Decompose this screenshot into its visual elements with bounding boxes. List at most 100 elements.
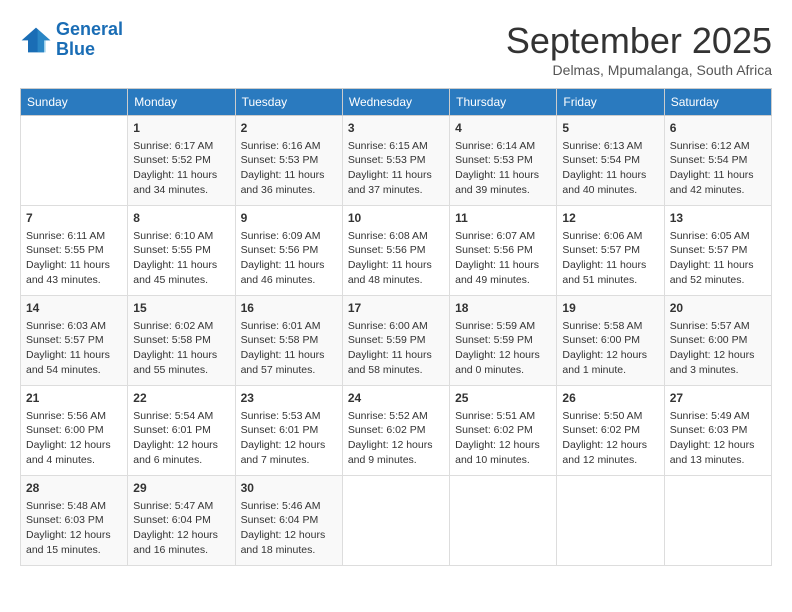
day-info-line: Daylight: 11 hours [670, 168, 766, 183]
calendar-cell: 30Sunrise: 5:46 AMSunset: 6:04 PMDayligh… [235, 476, 342, 566]
day-info-line: Daylight: 11 hours [26, 258, 122, 273]
day-info-line: and 58 minutes. [348, 363, 444, 378]
calendar-cell: 12Sunrise: 6:06 AMSunset: 5:57 PMDayligh… [557, 206, 664, 296]
day-info-line: and 12 minutes. [562, 453, 658, 468]
calendar-cell: 15Sunrise: 6:02 AMSunset: 5:58 PMDayligh… [128, 296, 235, 386]
day-info-line: and 7 minutes. [241, 453, 337, 468]
day-info-line: Daylight: 12 hours [670, 438, 766, 453]
calendar-cell: 21Sunrise: 5:56 AMSunset: 6:00 PMDayligh… [21, 386, 128, 476]
day-number: 12 [562, 210, 658, 227]
day-number: 24 [348, 390, 444, 407]
header-day-sunday: Sunday [21, 89, 128, 116]
day-info-line: and 3 minutes. [670, 363, 766, 378]
day-info-line: and 16 minutes. [133, 543, 229, 558]
day-number: 19 [562, 300, 658, 317]
day-info-line: Daylight: 12 hours [455, 438, 551, 453]
day-number: 28 [26, 480, 122, 497]
day-info-line: Daylight: 11 hours [455, 168, 551, 183]
day-number: 6 [670, 120, 766, 137]
day-info-line: Daylight: 12 hours [133, 528, 229, 543]
day-info-line: Sunset: 5:53 PM [455, 153, 551, 168]
day-info-line: Sunset: 5:58 PM [241, 333, 337, 348]
day-info-line: Sunset: 6:02 PM [562, 423, 658, 438]
day-number: 15 [133, 300, 229, 317]
calendar-cell: 20Sunrise: 5:57 AMSunset: 6:00 PMDayligh… [664, 296, 771, 386]
calendar-cell: 7Sunrise: 6:11 AMSunset: 5:55 PMDaylight… [21, 206, 128, 296]
calendar-cell: 16Sunrise: 6:01 AMSunset: 5:58 PMDayligh… [235, 296, 342, 386]
day-info-line: Sunset: 5:59 PM [348, 333, 444, 348]
calendar-cell: 24Sunrise: 5:52 AMSunset: 6:02 PMDayligh… [342, 386, 449, 476]
day-info-line: Daylight: 11 hours [348, 168, 444, 183]
day-info-line: Daylight: 12 hours [455, 348, 551, 363]
day-info-line: Sunset: 5:57 PM [670, 243, 766, 258]
calendar-body: 1Sunrise: 6:17 AMSunset: 5:52 PMDaylight… [21, 116, 772, 566]
logo-line2: Blue [56, 39, 95, 59]
day-number: 3 [348, 120, 444, 137]
week-row-3: 14Sunrise: 6:03 AMSunset: 5:57 PMDayligh… [21, 296, 772, 386]
calendar-cell: 29Sunrise: 5:47 AMSunset: 6:04 PMDayligh… [128, 476, 235, 566]
day-info-line: Sunset: 6:04 PM [133, 513, 229, 528]
day-info-line: and 1 minute. [562, 363, 658, 378]
day-info-line: Sunset: 6:00 PM [670, 333, 766, 348]
day-number: 8 [133, 210, 229, 227]
day-number: 26 [562, 390, 658, 407]
day-info-line: Daylight: 11 hours [241, 348, 337, 363]
day-info-line: Sunrise: 5:50 AM [562, 409, 658, 424]
calendar-cell: 28Sunrise: 5:48 AMSunset: 6:03 PMDayligh… [21, 476, 128, 566]
calendar-cell: 14Sunrise: 6:03 AMSunset: 5:57 PMDayligh… [21, 296, 128, 386]
day-info-line: and 49 minutes. [455, 273, 551, 288]
day-info-line: Sunrise: 5:58 AM [562, 319, 658, 334]
day-number: 14 [26, 300, 122, 317]
calendar-cell: 18Sunrise: 5:59 AMSunset: 5:59 PMDayligh… [450, 296, 557, 386]
day-info-line: and 54 minutes. [26, 363, 122, 378]
day-number: 18 [455, 300, 551, 317]
day-info-line: Sunrise: 6:00 AM [348, 319, 444, 334]
day-info-line: and 48 minutes. [348, 273, 444, 288]
calendar-cell: 3Sunrise: 6:15 AMSunset: 5:53 PMDaylight… [342, 116, 449, 206]
day-info-line: Daylight: 11 hours [241, 258, 337, 273]
day-info-line: Daylight: 12 hours [562, 438, 658, 453]
day-number: 1 [133, 120, 229, 137]
day-info-line: Sunset: 5:53 PM [348, 153, 444, 168]
calendar-cell: 10Sunrise: 6:08 AMSunset: 5:56 PMDayligh… [342, 206, 449, 296]
day-info-line: Sunset: 6:01 PM [133, 423, 229, 438]
day-info-line: and 37 minutes. [348, 183, 444, 198]
calendar-cell: 8Sunrise: 6:10 AMSunset: 5:55 PMDaylight… [128, 206, 235, 296]
logo: General Blue [20, 20, 123, 60]
day-info-line: and 10 minutes. [455, 453, 551, 468]
logo-line1: General [56, 19, 123, 39]
day-info-line: Sunrise: 6:14 AM [455, 139, 551, 154]
day-info-line: and 45 minutes. [133, 273, 229, 288]
day-info-line: Sunrise: 5:57 AM [670, 319, 766, 334]
day-info-line: Sunrise: 6:13 AM [562, 139, 658, 154]
header-day-tuesday: Tuesday [235, 89, 342, 116]
day-info-line: and 42 minutes. [670, 183, 766, 198]
title-block: September 2025 Delmas, Mpumalanga, South… [506, 20, 772, 78]
page-header: General Blue September 2025 Delmas, Mpum… [20, 20, 772, 78]
day-info-line: Sunset: 6:03 PM [670, 423, 766, 438]
day-info-line: Sunset: 5:58 PM [133, 333, 229, 348]
day-info-line: and 52 minutes. [670, 273, 766, 288]
calendar-cell: 26 Sunrise: 5:50 AMSunset: 6:02 PMDayligh… [557, 386, 664, 476]
calendar-cell: 11Sunrise: 6:07 AMSunset: 5:56 PMDayligh… [450, 206, 557, 296]
day-info-line: and 40 minutes. [562, 183, 658, 198]
day-number: 11 [455, 210, 551, 227]
day-info-line: Sunrise: 5:47 AM [133, 499, 229, 514]
day-info-line: and 18 minutes. [241, 543, 337, 558]
day-info-line: and 9 minutes. [348, 453, 444, 468]
day-number: 21 [26, 390, 122, 407]
day-number: 13 [670, 210, 766, 227]
day-info-line: Daylight: 11 hours [670, 258, 766, 273]
day-info-line: Sunset: 6:02 PM [348, 423, 444, 438]
day-number: 17 [348, 300, 444, 317]
day-info-line: Daylight: 12 hours [348, 438, 444, 453]
calendar-cell: 2Sunrise: 6:16 AMSunset: 5:53 PMDaylight… [235, 116, 342, 206]
calendar-cell: 22Sunrise: 5:54 AMSunset: 6:01 PMDayligh… [128, 386, 235, 476]
day-info-line: Sunset: 6:04 PM [241, 513, 337, 528]
logo-text: General Blue [56, 20, 123, 60]
calendar-header: SundayMondayTuesdayWednesdayThursdayFrid… [21, 89, 772, 116]
day-info-line: Sunset: 6:01 PM [241, 423, 337, 438]
day-info-line: and 13 minutes. [670, 453, 766, 468]
day-info-line: Sunrise: 6:01 AM [241, 319, 337, 334]
week-row-2: 7Sunrise: 6:11 AMSunset: 5:55 PMDaylight… [21, 206, 772, 296]
